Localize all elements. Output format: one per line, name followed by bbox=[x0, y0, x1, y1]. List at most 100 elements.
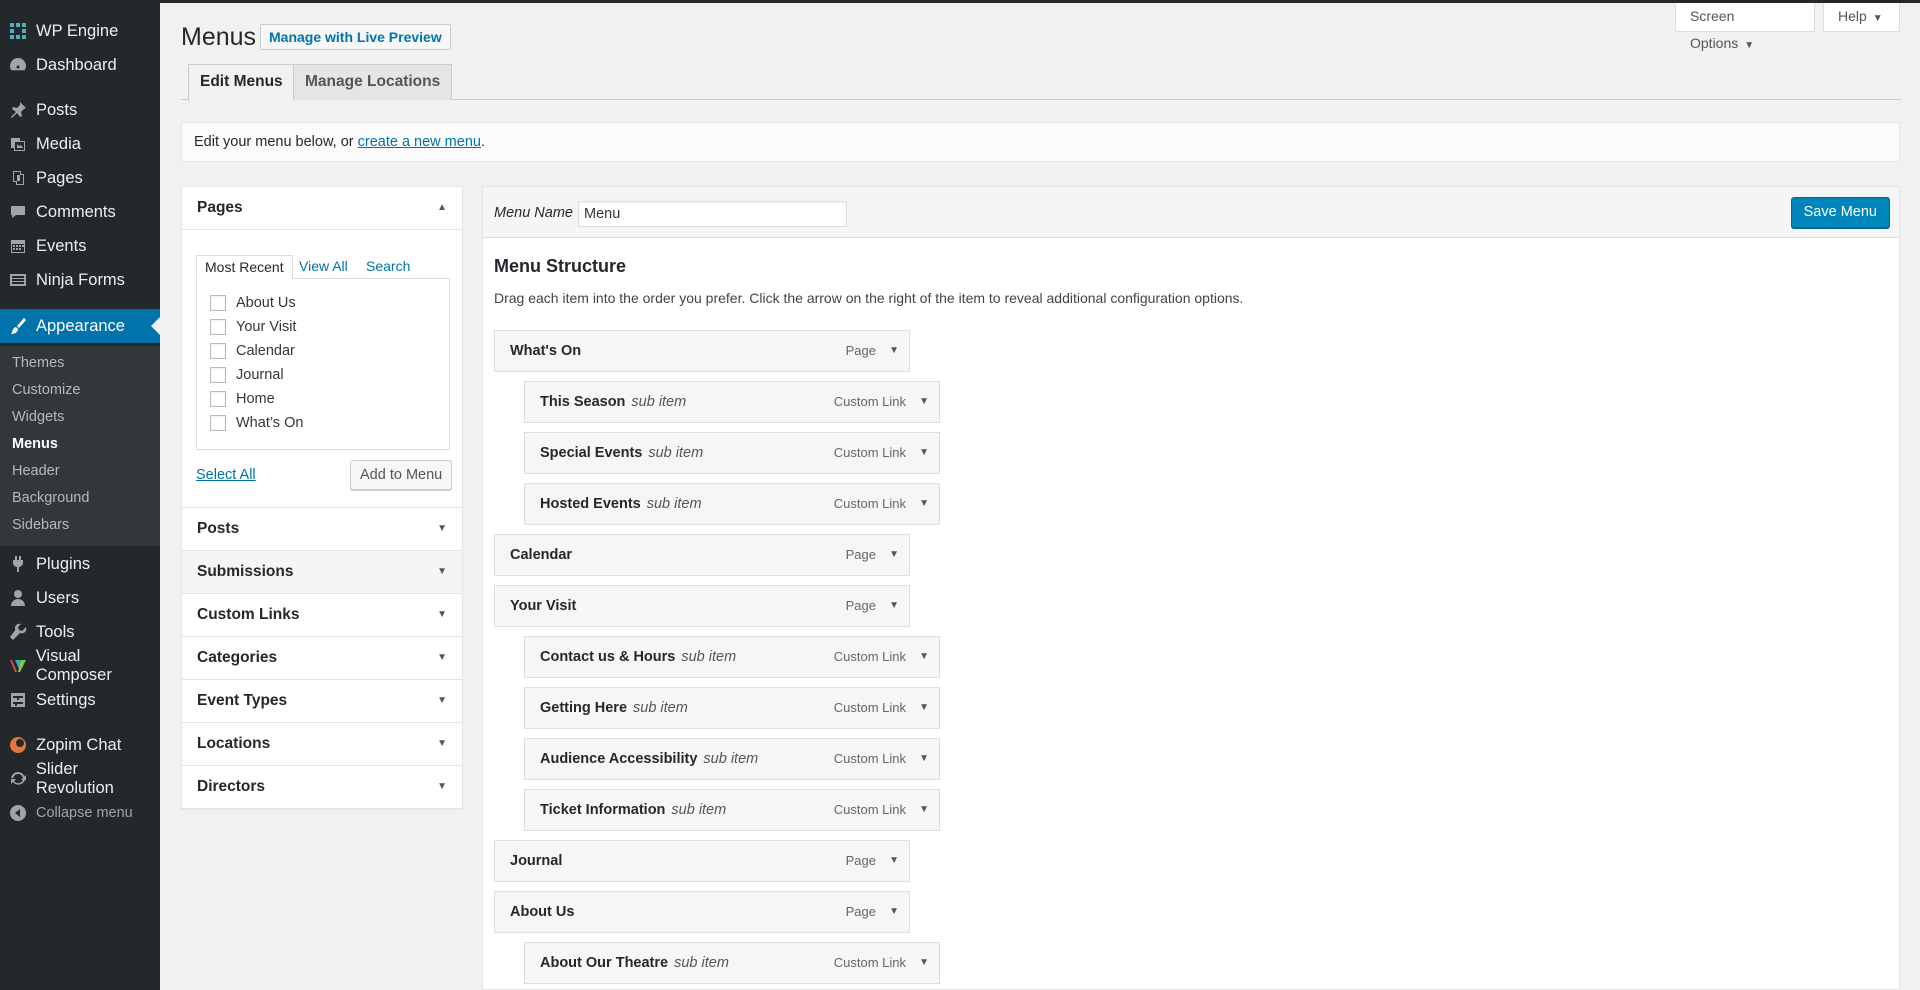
accordion-title: Posts bbox=[197, 520, 240, 537]
checkbox[interactable] bbox=[210, 415, 226, 431]
chevron-down-icon[interactable]: ▼ bbox=[919, 382, 929, 422]
menu-item[interactable]: Contact us & Hours sub item Custom Link ▼ bbox=[524, 636, 940, 678]
sidebar-item-visual-composer[interactable]: Visual Composer bbox=[0, 647, 160, 684]
accordion-categories-header[interactable]: Categories ▼ bbox=[182, 637, 462, 680]
sidebar-item-users[interactable]: Users bbox=[0, 581, 160, 615]
sidebar-item-ninja-forms[interactable]: Ninja Forms bbox=[0, 263, 160, 297]
chevron-down-icon: ▼ bbox=[437, 781, 447, 792]
submenu-item-themes[interactable]: Themes bbox=[12, 352, 64, 374]
accordion-pages-header[interactable]: Pages ▲ bbox=[182, 187, 462, 230]
sidebar-item-pages[interactable]: Pages bbox=[0, 161, 160, 195]
sidebar-item-comments[interactable]: Comments bbox=[0, 195, 160, 229]
chevron-down-icon[interactable]: ▼ bbox=[889, 535, 899, 575]
menu-name-input[interactable] bbox=[578, 201, 847, 227]
menu-item[interactable]: Audience Accessibility sub item Custom Lin… bbox=[524, 738, 940, 780]
submenu-item-sidebars[interactable]: Sidebars bbox=[12, 514, 69, 536]
menu-item[interactable]: What's On Page ▼ bbox=[494, 330, 910, 372]
page-checkbox-row[interactable]: What’s On bbox=[210, 413, 303, 433]
page-checkbox-row[interactable]: About Us bbox=[210, 293, 296, 313]
chevron-down-icon[interactable]: ▼ bbox=[889, 892, 899, 932]
tab-view-all[interactable]: View All bbox=[299, 255, 348, 279]
menu-item-title: What's On bbox=[510, 343, 582, 359]
add-to-menu-button[interactable]: Add to Menu bbox=[350, 460, 453, 490]
brush-icon bbox=[0, 317, 36, 335]
chevron-down-icon[interactable]: ▼ bbox=[919, 739, 929, 779]
menu-item[interactable]: About Us Page ▼ bbox=[494, 891, 910, 933]
page-label: What’s On bbox=[236, 415, 304, 431]
sub-item-tag: sub item bbox=[703, 751, 759, 767]
menu-item[interactable]: Hosted Events sub item Custom Link ▼ bbox=[524, 483, 940, 525]
sidebar-item-media[interactable]: Media bbox=[0, 127, 160, 161]
page-checkbox-row[interactable]: Home bbox=[210, 389, 275, 409]
checkbox[interactable] bbox=[210, 319, 226, 335]
checkbox[interactable] bbox=[210, 367, 226, 383]
sidebar-item-posts[interactable]: Posts bbox=[0, 93, 160, 127]
sidebar-item-appearance[interactable]: Appearance bbox=[0, 309, 160, 343]
submenu-item-background[interactable]: Background bbox=[12, 487, 89, 509]
chevron-down-icon[interactable]: ▼ bbox=[919, 688, 929, 728]
sidebar-item-plugins[interactable]: Plugins bbox=[0, 547, 160, 581]
sidebar-item-slider-revolution[interactable]: Slider Revolution bbox=[0, 760, 160, 797]
help-button[interactable]: Help ▼ bbox=[1823, 3, 1900, 32]
create-new-menu-link[interactable]: create a new menu bbox=[358, 134, 481, 150]
menu-item[interactable]: Your Visit Page ▼ bbox=[494, 585, 910, 627]
chevron-down-icon: ▼ bbox=[437, 523, 447, 534]
screen-options-button[interactable]: Screen Options ▼ bbox=[1675, 3, 1815, 51]
chevron-down-icon[interactable]: ▼ bbox=[919, 943, 929, 983]
tab-search[interactable]: Search bbox=[366, 255, 410, 279]
page-checkbox-row[interactable]: Calendar bbox=[210, 341, 295, 361]
tab-most-recent[interactable]: Most Recent bbox=[196, 255, 293, 279]
checkbox[interactable] bbox=[210, 391, 226, 407]
menu-item-title: About Our Theatre bbox=[540, 955, 669, 971]
chevron-down-icon[interactable]: ▼ bbox=[919, 433, 929, 473]
tab-edit-menus[interactable]: Edit Menus bbox=[188, 64, 295, 101]
accordion-locations-header[interactable]: Locations ▼ bbox=[182, 723, 462, 766]
accordion-custom-links-header[interactable]: Custom Links ▼ bbox=[182, 594, 462, 637]
sidebar-item-zopim-chat[interactable]: Zopim Chat bbox=[0, 728, 160, 762]
menu-item[interactable]: Getting Here sub item Custom Link ▼ bbox=[524, 687, 940, 729]
submenu-item-header[interactable]: Header bbox=[12, 460, 60, 482]
menu-item[interactable]: Ticket Information sub item Custom Link ▼ bbox=[524, 789, 940, 831]
dashboard-icon bbox=[0, 56, 36, 74]
manage-live-preview-button[interactable]: Manage with Live Preview bbox=[260, 24, 451, 50]
chevron-down-icon[interactable]: ▼ bbox=[889, 586, 899, 626]
accordion-event-types-header[interactable]: Event Types ▼ bbox=[182, 680, 462, 723]
select-all-link[interactable]: Select All bbox=[196, 467, 256, 483]
submenu-item-customize[interactable]: Customize bbox=[12, 379, 81, 401]
collapse-menu-button[interactable]: Collapse menu bbox=[0, 796, 160, 830]
chevron-down-icon[interactable]: ▼ bbox=[889, 841, 899, 881]
chevron-down-icon: ▼ bbox=[437, 738, 447, 749]
checkbox[interactable] bbox=[210, 343, 226, 359]
menu-item[interactable]: This Season sub item Custom Link ▼ bbox=[524, 381, 940, 423]
page-checkbox-row[interactable]: Journal bbox=[210, 365, 284, 385]
appearance-submenu: Themes Customize Widgets Menus Header Ba… bbox=[0, 346, 160, 546]
sidebar-item-events[interactable]: Events bbox=[0, 229, 160, 263]
chevron-down-icon[interactable]: ▼ bbox=[919, 637, 929, 677]
menu-item-type: Page bbox=[845, 904, 876, 919]
menu-item[interactable]: Journal Page ▼ bbox=[494, 840, 910, 882]
checkbox[interactable] bbox=[210, 295, 226, 311]
accordion-directors-header[interactable]: Directors ▼ bbox=[182, 766, 462, 809]
chevron-down-icon[interactable]: ▼ bbox=[919, 484, 929, 524]
chevron-down-icon[interactable]: ▼ bbox=[889, 331, 899, 371]
page-checkbox-row[interactable]: Your Visit bbox=[210, 317, 296, 337]
sidebar-item-label: Pages bbox=[36, 168, 83, 187]
menu-item-title: This Season bbox=[540, 394, 626, 410]
sidebar-item-tools[interactable]: Tools bbox=[0, 615, 160, 649]
accordion-submissions-header[interactable]: Submissions ▼ bbox=[182, 551, 462, 594]
menu-item[interactable]: Special Events sub item Custom Link ▼ bbox=[524, 432, 940, 474]
menu-item[interactable]: Calendar Page ▼ bbox=[494, 534, 910, 576]
accordion-posts-header[interactable]: Posts ▼ bbox=[182, 508, 462, 551]
accordion-title: Directors bbox=[197, 778, 266, 795]
save-menu-button[interactable]: Save Menu bbox=[1790, 197, 1890, 228]
submenu-item-widgets[interactable]: Widgets bbox=[12, 406, 64, 428]
plug-icon bbox=[0, 555, 36, 573]
chevron-down-icon[interactable]: ▼ bbox=[919, 790, 929, 830]
menu-item[interactable]: About Our Theatre sub item Custom Link ▼ bbox=[524, 942, 940, 984]
tab-manage-locations[interactable]: Manage Locations bbox=[293, 64, 453, 100]
submenu-item-menus[interactable]: Menus bbox=[12, 433, 58, 455]
sidebar-item-dashboard[interactable]: Dashboard bbox=[0, 48, 160, 82]
sidebar-item-settings[interactable]: Settings bbox=[0, 683, 160, 717]
menu-item-title: Ticket Information bbox=[540, 802, 666, 818]
sidebar-item-wp-engine[interactable]: WP Engine bbox=[0, 14, 160, 48]
